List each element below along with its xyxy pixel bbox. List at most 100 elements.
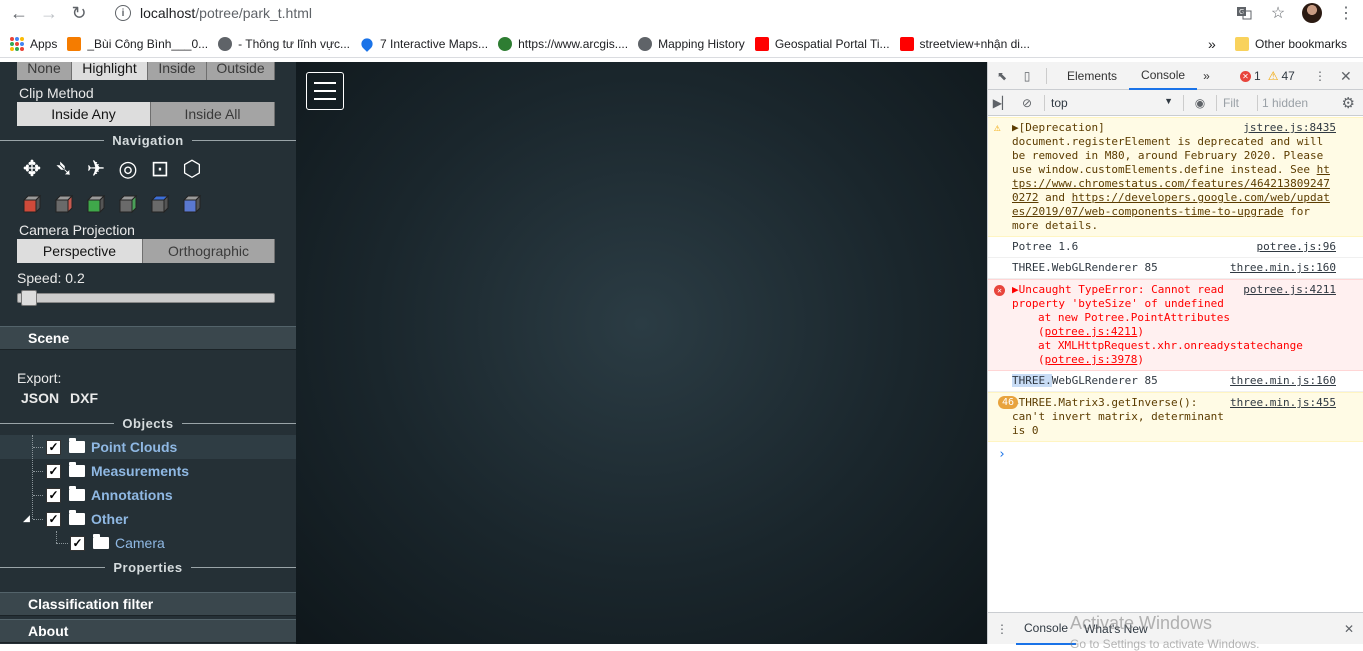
left-view-icon[interactable] bbox=[22, 194, 42, 214]
message-source-link[interactable]: three.min.js:160 bbox=[1226, 374, 1336, 388]
forward-arrow-icon[interactable]: → bbox=[34, 0, 64, 26]
zoom-extent-icon[interactable]: ⊡ bbox=[144, 154, 176, 184]
export-json-button[interactable]: JSON bbox=[21, 390, 59, 406]
scene-panel-header[interactable]: Scene bbox=[0, 326, 296, 350]
tree-item-label: Annotations bbox=[91, 487, 173, 503]
folder-icon bbox=[69, 438, 85, 453]
browser-menu-icon[interactable]: ⋮ bbox=[1329, 0, 1363, 26]
tree-item-label: Camera bbox=[115, 535, 165, 551]
devtools-panel: ⬉ ▯ Elements Console » ✕ 1 ⚠ 47 ⋮ ✕ ▶▏ ⊘… bbox=[987, 62, 1363, 651]
message-source-link[interactable]: jstree.js:8435 bbox=[1239, 121, 1336, 135]
live-expression-eye-icon[interactable]: ◉ bbox=[1190, 96, 1210, 110]
potree-render-area[interactable] bbox=[296, 62, 987, 644]
export-label: Export: bbox=[17, 370, 62, 386]
visibility-checkbox[interactable]: ✓ bbox=[46, 511, 61, 527]
tree-item-annotations[interactable]: ✓ Annotations bbox=[0, 483, 296, 507]
message-source-link[interactable]: three.min.js:455 bbox=[1226, 396, 1336, 410]
back-view-icon[interactable] bbox=[118, 194, 138, 214]
bookmark-item[interactable]: Apps bbox=[10, 36, 57, 51]
bookmark-item[interactable]: Mapping History bbox=[638, 36, 745, 51]
clip-method-option-inside-all[interactable]: Inside All bbox=[151, 102, 275, 126]
tab-console[interactable]: Console bbox=[1129, 62, 1198, 90]
bookmark-item[interactable]: Geospatial Portal Ti... bbox=[754, 36, 890, 51]
sidebar-toggle-icon[interactable]: ▶▏ bbox=[988, 96, 1016, 110]
clip-mode-option-inside[interactable]: Inside bbox=[148, 62, 207, 80]
tree-item-label: Point Clouds bbox=[91, 439, 178, 455]
classification-filter-panel-header[interactable]: Classification filter bbox=[0, 592, 296, 616]
orbit-control-icon[interactable]: ◎ bbox=[112, 154, 144, 184]
console-message-info: Potree 1.6 potree.js:96 bbox=[988, 237, 1363, 258]
top-view-icon[interactable] bbox=[150, 194, 170, 214]
tree-expander-icon[interactable]: ◢ bbox=[23, 513, 30, 524]
bookmark-item[interactable]: 7 Interactive Maps... bbox=[359, 35, 488, 52]
earth-control-icon[interactable]: ✥ bbox=[16, 154, 48, 184]
helicopter-control-icon[interactable]: ✈ bbox=[80, 154, 112, 184]
device-toolbar-icon[interactable]: ▯ bbox=[1016, 62, 1038, 90]
close-drawer-icon[interactable]: ✕ bbox=[1344, 622, 1354, 636]
message-source-link[interactable]: potree.js:4211 bbox=[1239, 283, 1336, 297]
bookmark-item[interactable]: - Thông tư lĩnh vực... bbox=[218, 36, 351, 51]
reload-icon[interactable]: ↻ bbox=[64, 0, 94, 26]
visibility-checkbox[interactable]: ✓ bbox=[46, 439, 61, 455]
clip-method-option-inside-any[interactable]: Inside Any bbox=[17, 102, 151, 126]
drawer-tab-console[interactable]: Console bbox=[1016, 613, 1077, 645]
devtools-menu-icon[interactable]: ⋮ bbox=[1314, 62, 1326, 90]
filter-input[interactable]: Filt bbox=[1223, 96, 1253, 110]
folder-icon bbox=[69, 510, 85, 525]
back-arrow-icon[interactable]: ← bbox=[4, 0, 34, 26]
drawer-menu-icon[interactable]: ⋮ bbox=[988, 622, 1016, 636]
bookmark-item[interactable]: https://www.arcgis.... bbox=[498, 36, 628, 51]
view-cubes bbox=[22, 194, 214, 214]
bottom-view-icon[interactable] bbox=[182, 194, 202, 214]
more-bookmarks-button[interactable]: » bbox=[1208, 36, 1216, 52]
bookmark-label: - Thông tư lĩnh vực... bbox=[238, 36, 351, 51]
context-selector[interactable]: top ▼ bbox=[1051, 96, 1177, 110]
about-panel-header[interactable]: About bbox=[0, 619, 296, 643]
clip-mode-option-outside[interactable]: Outside bbox=[207, 62, 275, 80]
close-devtools-icon[interactable]: ✕ bbox=[1340, 62, 1352, 90]
speed-slider-thumb[interactable] bbox=[21, 290, 38, 306]
activate-windows-watermark: Activate Windows bbox=[1070, 613, 1213, 633]
error-icon: ✕ bbox=[1240, 70, 1251, 82]
right-view-icon[interactable] bbox=[54, 194, 74, 214]
tree-item-point-clouds[interactable]: ✓ Point Clouds bbox=[0, 435, 296, 459]
issue-counters[interactable]: ✕ 1 ⚠ 47 bbox=[1240, 62, 1295, 90]
tab-elements[interactable]: Elements bbox=[1055, 62, 1129, 90]
menu-toggle-button[interactable] bbox=[306, 72, 344, 110]
url-field[interactable]: i localhost/potree/park_t.html bbox=[105, 1, 1290, 25]
tree-connector bbox=[33, 519, 43, 520]
speed-slider[interactable] bbox=[17, 290, 275, 306]
navigation-cube-icon[interactable]: ⬡ bbox=[176, 154, 208, 184]
other-bookmarks-folder[interactable]: Other bookmarks bbox=[1235, 36, 1347, 51]
bookmark-item[interactable]: _Bùi Công Bình___0... bbox=[67, 36, 208, 51]
fly-control-icon[interactable]: ➴ bbox=[48, 154, 80, 184]
visibility-checkbox[interactable]: ✓ bbox=[46, 463, 61, 479]
clear-console-icon[interactable]: ⊘ bbox=[1016, 96, 1038, 110]
projection-option-orthographic[interactable]: Orthographic bbox=[143, 239, 275, 263]
export-dxf-button[interactable]: DXF bbox=[70, 390, 98, 406]
properties-header: Properties bbox=[0, 560, 296, 575]
profile-avatar[interactable] bbox=[1295, 0, 1329, 26]
site-info-icon[interactable]: i bbox=[115, 5, 131, 21]
front-view-icon[interactable] bbox=[86, 194, 106, 214]
clip-mode-option-highlight[interactable]: Highlight bbox=[72, 62, 148, 80]
more-tabs-icon[interactable]: » bbox=[1197, 62, 1216, 90]
projection-option-perspective[interactable]: Perspective bbox=[17, 239, 143, 263]
visibility-checkbox[interactable]: ✓ bbox=[70, 535, 85, 551]
translate-icon[interactable]: G bbox=[1227, 0, 1261, 26]
visibility-checkbox[interactable]: ✓ bbox=[46, 487, 61, 503]
console-settings-gear-icon[interactable]: ⚙ bbox=[1342, 94, 1355, 112]
tree-item-measurements[interactable]: ✓ Measurements bbox=[0, 459, 296, 483]
bookmark-item[interactable]: streetview+nhận di... bbox=[899, 36, 1030, 51]
tree-item-other[interactable]: ✓ Other bbox=[0, 507, 296, 531]
tree-item-camera[interactable]: ✓ Camera bbox=[0, 531, 296, 555]
inspect-element-icon[interactable]: ⬉ bbox=[988, 62, 1016, 90]
stack-frame-link[interactable]: potree.js:3978 bbox=[1045, 353, 1138, 366]
message-source-link[interactable]: potree.js:96 bbox=[1253, 240, 1336, 254]
clip-mode-option-none[interactable]: None bbox=[17, 62, 72, 80]
console-prompt[interactable]: › bbox=[988, 442, 1363, 467]
bookmark-star-icon[interactable]: ☆ bbox=[1261, 0, 1295, 26]
folder-icon bbox=[69, 486, 85, 501]
message-source-link[interactable]: three.min.js:160 bbox=[1226, 261, 1336, 275]
stack-frame-link[interactable]: potree.js:4211 bbox=[1045, 325, 1138, 338]
